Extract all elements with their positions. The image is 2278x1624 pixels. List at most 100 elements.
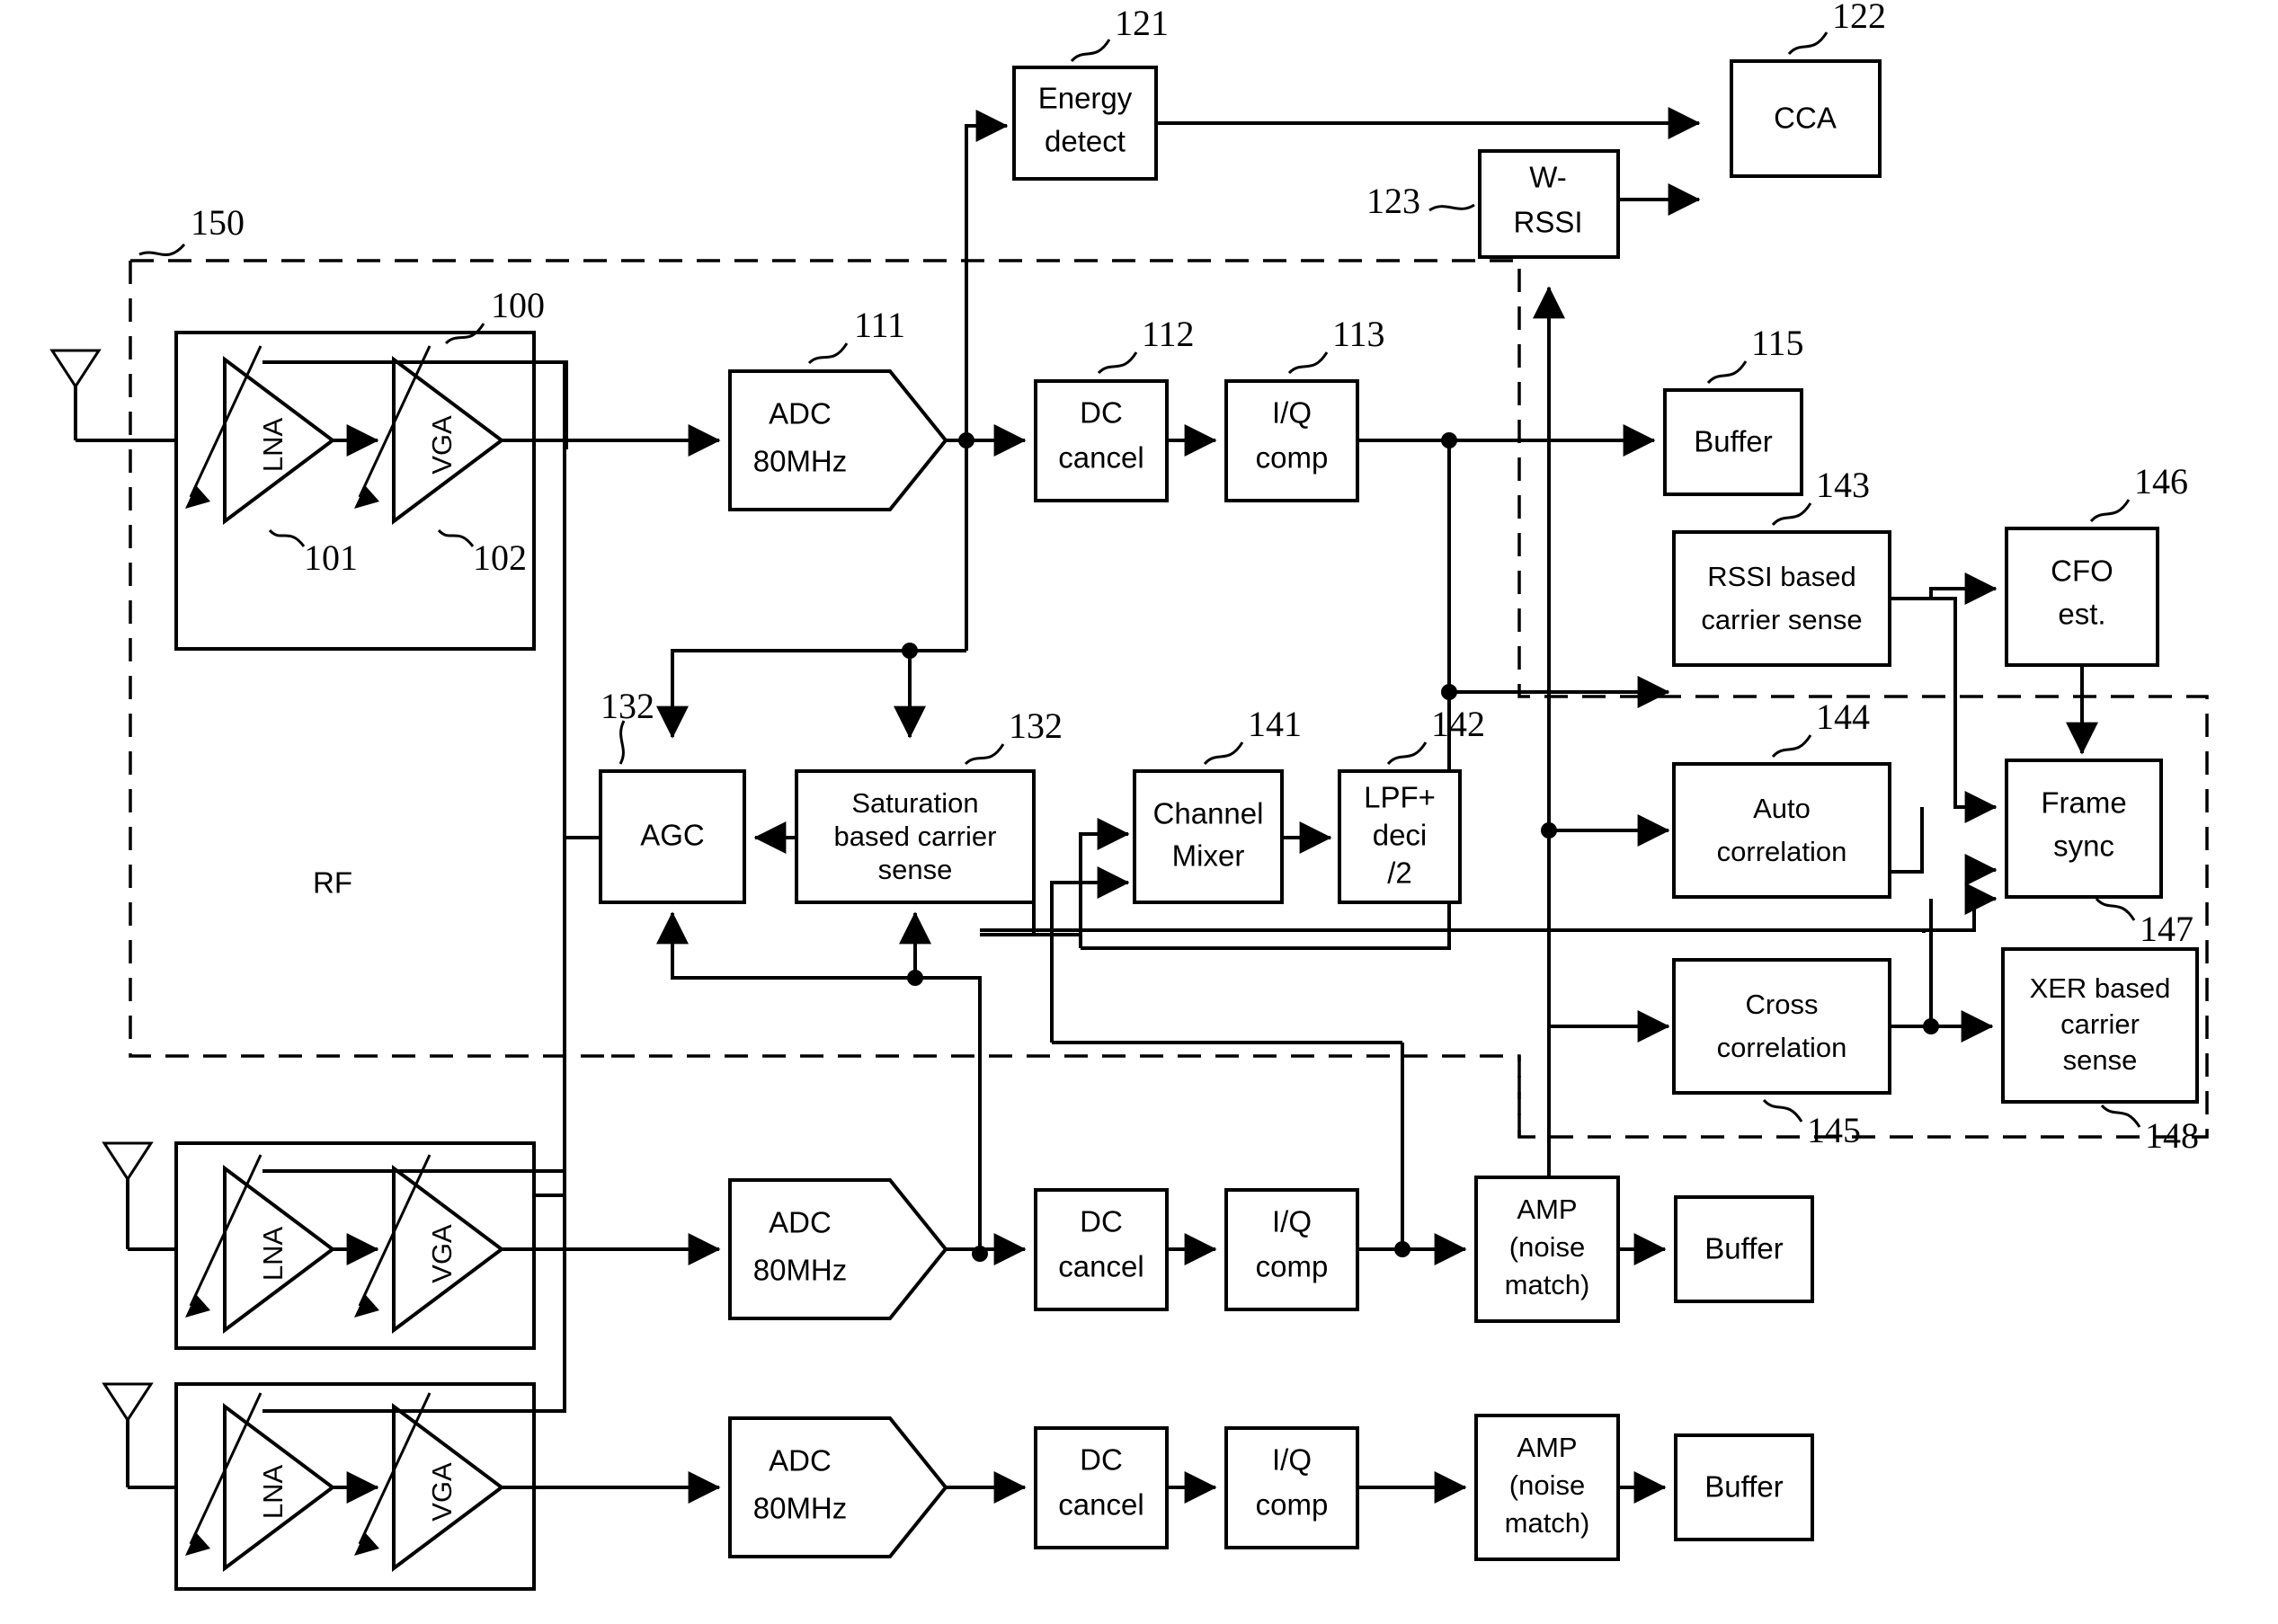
- ref-147-text: 147: [2140, 909, 2193, 949]
- lower-to-mixer: [1050, 866, 1130, 1043]
- iq-comp-2-label-1: I/Q: [1272, 1205, 1312, 1238]
- agc-label: AGC: [640, 819, 705, 852]
- auto-to-framesync: [1890, 807, 1924, 874]
- dc-cancel-1-label-1: DC: [1080, 396, 1123, 430]
- auto-corr-label-2: correlation: [1717, 836, 1847, 867]
- adc-1: ADC 80MHz 111: [728, 305, 948, 511]
- cfo-label-1: CFO: [2051, 555, 2113, 588]
- cca-block: CCA 122: [1730, 0, 1886, 178]
- ref-132a-text: 132: [601, 686, 654, 726]
- ref-101-text: 101: [304, 537, 358, 578]
- adc-2-label-2: 80MHz: [753, 1254, 848, 1287]
- lpf-label-3: /2: [1387, 856, 1412, 890]
- adc-2-label-1: ADC: [769, 1206, 832, 1239]
- sat-cs-label-2: based carrier: [834, 821, 997, 852]
- dc-cancel-3: DC cancel: [1034, 1426, 1169, 1549]
- ref-144-text: 144: [1816, 697, 1870, 737]
- rssi-cs-label-1: RSSI based: [1707, 561, 1855, 592]
- cross-correlation-block: Cross correlation 145: [1672, 958, 1891, 1150]
- dc-cancel-1: DC cancel 112: [1034, 314, 1195, 502]
- xer-carrier-sense-block: XER based carrier sense 148: [2001, 947, 2199, 1156]
- buffer-1-label: Buffer: [1694, 425, 1772, 458]
- frame-sync-label-1: Frame: [2041, 786, 2126, 820]
- amp-3-label-3: match): [1505, 1507, 1590, 1539]
- dc-cancel-1-label-2: cancel: [1058, 441, 1143, 475]
- ref-100-text: 100: [491, 285, 545, 325]
- channel-mixer-label-1: Channel: [1153, 797, 1264, 830]
- adc1-to-energy-detect: [965, 124, 984, 440]
- cca-label: CCA: [1774, 102, 1837, 135]
- cross-corr-label-1: Cross: [1746, 989, 1819, 1020]
- ref-132b-text: 132: [1009, 706, 1063, 746]
- adc-1-label-2: 80MHz: [753, 445, 848, 478]
- antenna-icon-3: [102, 1382, 154, 1487]
- ref-113-text: 113: [1332, 314, 1385, 354]
- amp-2-label-3: match): [1505, 1269, 1590, 1300]
- ref-146-text: 146: [2134, 461, 2188, 501]
- dc-cancel-3-label-1: DC: [1080, 1443, 1123, 1477]
- dc-cancel-3-label-2: cancel: [1058, 1488, 1143, 1522]
- w-rssi-label-2: RSSI: [1513, 206, 1582, 239]
- lna-1-label: LNA: [257, 418, 289, 473]
- framesync-in-3: [1942, 883, 1998, 932]
- adc-1-label-1: ADC: [769, 397, 832, 430]
- iq-comp-1: I/Q comp 113: [1224, 314, 1385, 502]
- ref-150: 150: [138, 202, 245, 256]
- amp-3: AMP (noise match): [1474, 1414, 1620, 1561]
- ref-142-text: 142: [1431, 704, 1485, 744]
- ref-141-text: 141: [1248, 704, 1302, 744]
- energy-detect-label-1: Energy: [1038, 82, 1133, 115]
- ref-143-text: 143: [1816, 465, 1870, 505]
- lpf-label-1: LPF+: [1364, 781, 1436, 814]
- adc-3: ADC 80MHz: [728, 1416, 948, 1558]
- cfo-est-block: CFO est. 146: [2005, 461, 2188, 667]
- lna-2-label: LNA: [257, 1227, 289, 1282]
- ref-112-text: 112: [1142, 314, 1195, 354]
- adc-3-label-1: ADC: [769, 1444, 832, 1478]
- adc-3-label-2: 80MHz: [753, 1492, 848, 1525]
- buffer-2-label: Buffer: [1704, 1232, 1783, 1265]
- ref-115-text: 115: [1751, 323, 1804, 363]
- amp-3-label-1: AMP: [1517, 1432, 1577, 1463]
- rssi-cs-label-2: carrier sense: [1701, 604, 1862, 635]
- cross-corr-label-2: correlation: [1717, 1032, 1847, 1063]
- saturation-carrier-sense-block: Saturation based carrier sense 132: [795, 706, 1063, 904]
- xer-label-3: sense: [2063, 1044, 2138, 1076]
- iq-comp-3: I/Q comp: [1224, 1426, 1359, 1549]
- bus1-to-agc: [656, 649, 910, 739]
- patent-figure-sheet: 150 RF 100 LNA 101 VGA 102 ADC 80MHz 111…: [0, 0, 2278, 1624]
- channel-mixer-label-2: Mixer: [1172, 839, 1245, 873]
- frontend-box-100: 100: [174, 285, 568, 651]
- w-rssi-block: W- RSSI 123: [1366, 149, 1620, 259]
- cfo-label-2: est.: [2058, 598, 2105, 631]
- rssi-to-framesync: [1931, 597, 1998, 823]
- auto-corr-label-1: Auto: [1753, 793, 1811, 824]
- w-rssi-label-1: W-: [1529, 161, 1567, 194]
- adc-2: ADC 80MHz: [728, 1178, 948, 1320]
- block-diagram-svg: 150 RF 100 LNA 101 VGA 102 ADC 80MHz 111…: [49, 0, 2209, 1591]
- channel-mixer-block: Channel Mixer 141: [1133, 704, 1302, 904]
- xer-label-1: XER based: [2030, 972, 2171, 1004]
- ref-122-text: 122: [1832, 0, 1886, 36]
- agc-to-frontend: [563, 362, 601, 839]
- sat-cs-label-3: sense: [878, 854, 953, 885]
- vga-1-label: VGA: [426, 415, 458, 475]
- iq-comp-3-label-2: comp: [1256, 1488, 1329, 1522]
- ref-148-text: 148: [2145, 1115, 2199, 1156]
- frame-sync-label-2: sync: [2053, 830, 2114, 863]
- antenna-icon-2: [102, 1141, 154, 1249]
- satfb-to-agc: [656, 911, 915, 980]
- antenna-icon-1: [49, 349, 102, 440]
- ref-102-text: 102: [473, 537, 527, 578]
- dc-cancel-2-label-1: DC: [1080, 1205, 1123, 1238]
- energy-detect-label-2: detect: [1045, 125, 1126, 158]
- ref-145-text: 145: [1807, 1110, 1861, 1150]
- dc-cancel-2: DC cancel: [1034, 1188, 1169, 1311]
- vga-2-label: VGA: [426, 1224, 458, 1283]
- buffer-3: Buffer: [1674, 1433, 1814, 1541]
- buffer-1: Buffer 115: [1663, 323, 1804, 496]
- iq-comp-2: I/Q comp: [1224, 1188, 1359, 1311]
- amp-2-label-2: (noise: [1509, 1231, 1585, 1263]
- energy-detect-block: Energy detect 121: [1012, 3, 1169, 181]
- ref-121-text: 121: [1115, 3, 1169, 43]
